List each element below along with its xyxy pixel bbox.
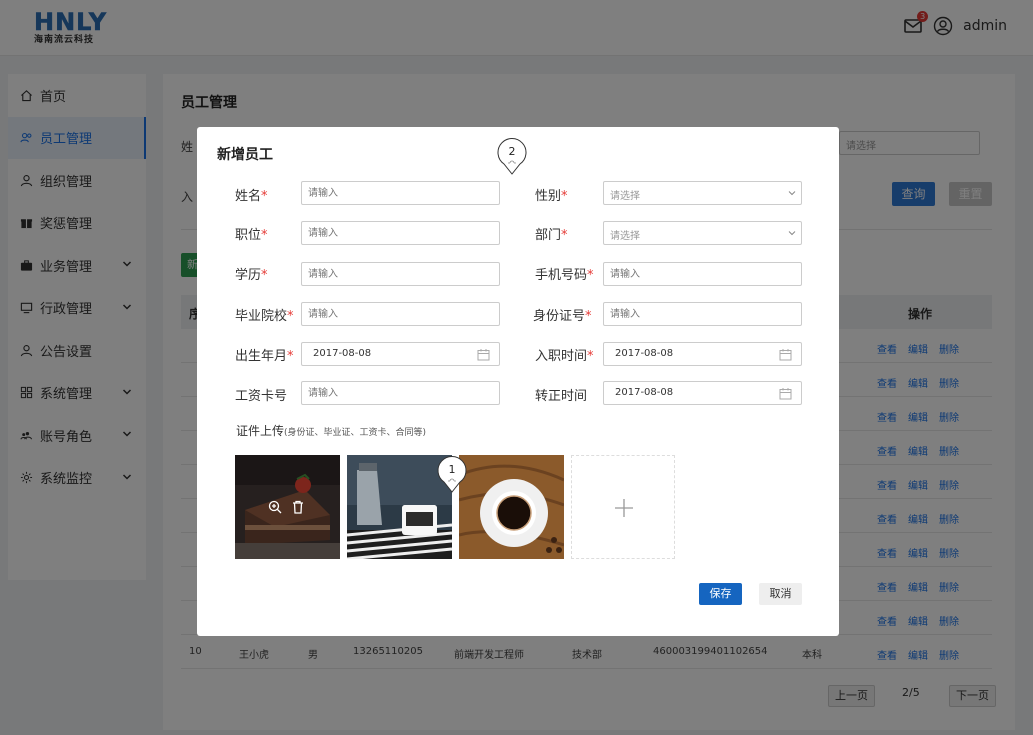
phone-input[interactable] xyxy=(603,262,802,286)
school-input[interactable] xyxy=(301,302,500,326)
required-mark: * xyxy=(587,268,594,283)
annotation-pin-2: 2 xyxy=(496,136,528,176)
hire-date-picker[interactable]: 2017-08-08 xyxy=(603,342,802,366)
required-mark: * xyxy=(287,349,294,364)
cancel-button[interactable]: 取消 xyxy=(759,583,802,605)
pin-number: 2 xyxy=(508,145,516,158)
label-text: 毕业院校 xyxy=(235,309,288,324)
label-text: 姓名 xyxy=(235,189,262,204)
education-input[interactable] xyxy=(301,262,500,286)
label-gender: 性别* xyxy=(535,185,568,204)
chevron-down-icon xyxy=(788,231,796,236)
save-button[interactable]: 保存 xyxy=(699,583,742,605)
label-salary-card: 工资卡号 xyxy=(235,389,288,404)
coffee-top-photo xyxy=(459,455,564,559)
upload-add-button[interactable] xyxy=(571,455,675,559)
label-department: 部门* xyxy=(535,224,568,243)
select-placeholder: 请选择 xyxy=(610,191,640,202)
date-value: 2017-08-08 xyxy=(615,387,674,398)
pin-number: 1 xyxy=(448,463,456,476)
upload-thumbnail-coffee-top[interactable] xyxy=(459,455,564,559)
date-value: 2017-08-08 xyxy=(615,348,674,359)
date-value: 2017-08-08 xyxy=(313,348,372,359)
required-mark: * xyxy=(561,189,568,204)
dialog-title: 新增员工 xyxy=(217,147,273,163)
add-employee-dialog: 新增员工 姓名* 性别* 请选择 职位* 部门* 请选择 学历* 手机号码* 毕… xyxy=(197,127,839,636)
label-regular-date: 转正时间 xyxy=(535,389,588,404)
calendar-icon xyxy=(779,349,792,361)
label-education: 学历* xyxy=(235,264,268,283)
required-mark: * xyxy=(261,189,268,204)
gender-select[interactable]: 请选择 xyxy=(603,181,802,205)
label-text: 职位 xyxy=(235,228,262,243)
label-text: 学历 xyxy=(235,268,262,283)
id-card-input[interactable] xyxy=(603,302,802,326)
required-mark: * xyxy=(261,268,268,283)
label-id-card: 身份证号* xyxy=(533,305,592,324)
birth-date-picker[interactable]: 2017-08-08 xyxy=(301,342,500,366)
label-phone: 手机号码* xyxy=(535,264,594,283)
required-mark: * xyxy=(561,228,568,243)
plus-icon xyxy=(615,499,633,517)
label-birth: 出生年月* xyxy=(235,345,294,364)
position-input[interactable] xyxy=(301,221,500,245)
salary-card-input[interactable] xyxy=(301,381,500,405)
regular-date-picker[interactable]: 2017-08-08 xyxy=(603,381,802,405)
department-select[interactable]: 请选择 xyxy=(603,221,802,245)
label-name: 姓名* xyxy=(235,185,268,204)
label-school: 毕业院校* xyxy=(235,305,294,324)
annotation-pin-1: 1 xyxy=(436,454,468,494)
upload-label: 证件上传(身份证、毕业证、工资卡、合同等) xyxy=(236,422,426,439)
calendar-icon xyxy=(779,388,792,400)
label-text: 身份证号 xyxy=(533,309,586,324)
label-text: 出生年月 xyxy=(235,349,288,364)
upload-title: 证件上传 xyxy=(236,424,285,438)
calendar-icon xyxy=(477,349,490,361)
upload-hint: (身份证、毕业证、工资卡、合同等) xyxy=(284,428,427,438)
zoom-in-icon[interactable] xyxy=(268,500,282,514)
label-text: 性别 xyxy=(535,189,562,204)
required-mark: * xyxy=(585,309,592,324)
required-mark: * xyxy=(261,228,268,243)
label-hire-date: 入职时间* xyxy=(535,345,594,364)
required-mark: * xyxy=(587,349,594,364)
required-mark: * xyxy=(287,309,294,324)
chevron-down-icon xyxy=(788,191,796,196)
label-position: 职位* xyxy=(235,224,268,243)
delete-icon[interactable] xyxy=(292,500,304,514)
name-input[interactable] xyxy=(301,181,500,205)
label-text: 部门 xyxy=(535,228,562,243)
label-text: 手机号码 xyxy=(535,268,588,283)
upload-thumbnail-cake[interactable] xyxy=(235,455,340,559)
label-text: 入职时间 xyxy=(535,349,588,364)
cake-photo xyxy=(235,455,340,559)
select-placeholder: 请选择 xyxy=(610,231,640,242)
